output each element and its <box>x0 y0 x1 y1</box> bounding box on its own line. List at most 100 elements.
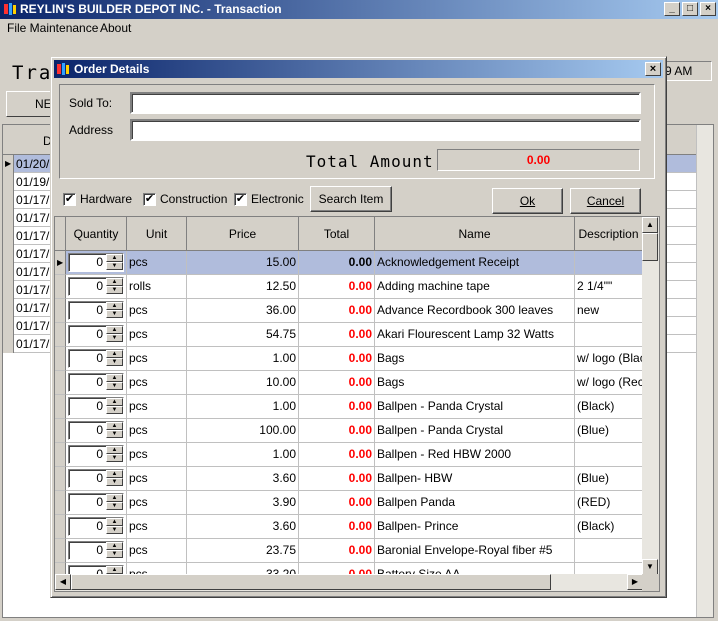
table-row[interactable]: 0 ▲ ▼ pcs 36.00 0.00 Advance Recordbook 300 le… <box>55 299 643 323</box>
decrement-icon[interactable]: ▼ <box>106 310 123 318</box>
table-row[interactable]: ▶ 0 ▲ ▼ pcs 15.00 0.00 Acknowledgement Receipt <box>55 251 643 275</box>
decrement-icon[interactable]: ▼ <box>106 550 123 558</box>
row-indicator <box>55 443 66 467</box>
quantity-stepper[interactable]: 0▲▼ <box>68 373 124 392</box>
price-cell: 100.00 <box>187 419 299 443</box>
table-row[interactable]: 0 ▲ ▼ pcs 1.00 0.00 Ballpen - Red HBW 2000 <box>55 443 643 467</box>
increment-icon[interactable]: ▲ <box>106 470 123 478</box>
increment-icon[interactable]: ▲ <box>106 566 123 574</box>
table-row[interactable]: 0 ▲ ▼ pcs 3.60 0.00 Ballpen- HBW (Blue) <box>55 467 643 491</box>
electronic-checkbox[interactable]: ✔ Electronic <box>234 192 304 206</box>
increment-icon[interactable]: ▲ <box>106 254 123 262</box>
price-cell: 12.50 <box>187 275 299 299</box>
increment-icon[interactable]: ▲ <box>106 518 123 526</box>
decrement-icon[interactable]: ▼ <box>106 334 123 342</box>
quantity-stepper[interactable]: 0▲▼ <box>68 445 124 464</box>
desc-cell: (Blue) <box>575 467 643 491</box>
scroll-down-icon[interactable]: ▼ <box>642 559 658 575</box>
decrement-icon[interactable]: ▼ <box>106 262 123 270</box>
table-row[interactable]: 0 ▲ ▼ pcs 54.75 0.00 Akari Flourescent Lamp 32… <box>55 323 643 347</box>
minimize-button[interactable]: _ <box>664 2 680 16</box>
sold-to-label: Sold To: <box>69 96 113 110</box>
decrement-icon[interactable]: ▼ <box>106 502 123 510</box>
background-date: 01/17/ <box>16 319 50 333</box>
horizontal-scroll-thumb[interactable] <box>71 574 551 590</box>
dialog-close-button[interactable]: × <box>645 62 661 76</box>
increment-icon[interactable]: ▲ <box>106 278 123 286</box>
increment-icon[interactable]: ▲ <box>106 350 123 358</box>
increment-icon[interactable]: ▲ <box>106 446 123 454</box>
background-new-button[interactable]: NE <box>6 91 56 117</box>
search-item-button[interactable]: Search Item <box>310 186 392 212</box>
table-row[interactable]: 0 ▲ ▼ rolls 12.50 0.00 Adding machine tape 2 1/… <box>55 275 643 299</box>
grid-horizontal-scrollbar[interactable]: ◀ ▶ <box>55 574 643 591</box>
unit-cell: pcs <box>127 323 187 347</box>
increment-icon[interactable]: ▲ <box>106 398 123 406</box>
table-row[interactable]: 0 ▲ ▼ pcs 10.00 0.00 Bags w/ logo (Rec <box>55 371 643 395</box>
increment-icon[interactable]: ▲ <box>106 374 123 382</box>
desc-cell: (RED) <box>575 491 643 515</box>
quantity-stepper[interactable]: 0▲▼ <box>68 301 124 320</box>
quantity-value: 0 <box>96 423 103 437</box>
scroll-right-icon[interactable]: ▶ <box>627 574 643 590</box>
table-row[interactable]: 0 ▲ ▼ pcs 3.90 0.00 Ballpen Panda (RED) <box>55 491 643 515</box>
decrement-icon[interactable]: ▼ <box>106 358 123 366</box>
scroll-up-icon[interactable]: ▲ <box>642 217 658 233</box>
ok-button[interactable]: Ok <box>492 188 563 214</box>
close-button[interactable]: × <box>700 2 716 16</box>
vertical-scroll-thumb[interactable] <box>642 233 658 261</box>
decrement-icon[interactable]: ▼ <box>106 430 123 438</box>
dialog-titlebar: Order Details × <box>54 60 663 78</box>
quantity-value: 0 <box>96 303 103 317</box>
column-name[interactable]: Name <box>375 217 575 251</box>
increment-icon[interactable]: ▲ <box>106 326 123 334</box>
increment-icon[interactable]: ▲ <box>106 422 123 430</box>
decrement-icon[interactable]: ▼ <box>106 478 123 486</box>
quantity-stepper[interactable]: 0▲▼ <box>68 541 124 560</box>
stepper-arrows: ▲▼ <box>106 422 123 439</box>
grid-vertical-scrollbar[interactable]: ▲ ▼ <box>642 217 659 575</box>
row-indicator <box>3 263 14 281</box>
total-cell: 0.00 <box>299 515 375 539</box>
quantity-stepper[interactable]: 0▲▼ <box>68 325 124 344</box>
background-scrollbar[interactable] <box>696 125 713 617</box>
table-row[interactable]: 0 ▲ ▼ pcs 1.00 0.00 Bags w/ logo (Blac <box>55 347 643 371</box>
increment-icon[interactable]: ▲ <box>106 542 123 550</box>
table-row[interactable]: 0 ▲ ▼ pcs 23.75 0.00 Baronial Envelope-Royal f… <box>55 539 643 563</box>
menu-about[interactable]: About <box>100 21 131 35</box>
column-description[interactable]: Description <box>575 217 643 251</box>
decrement-icon[interactable]: ▼ <box>106 406 123 414</box>
table-row[interactable]: 0 ▲ ▼ pcs 100.00 0.00 Ballpen - Panda Crystal(… <box>55 419 643 443</box>
decrement-icon[interactable]: ▼ <box>106 286 123 294</box>
maximize-button[interactable]: □ <box>682 2 698 16</box>
table-row[interactable]: 0 ▲ ▼ pcs 1.00 0.00 Ballpen - Panda Crystal (Bl… <box>55 395 643 419</box>
column-unit[interactable]: Unit <box>127 217 187 251</box>
scroll-left-icon[interactable]: ◀ <box>55 574 71 590</box>
price-cell: 10.00 <box>187 371 299 395</box>
sold-to-input[interactable] <box>130 92 641 114</box>
address-input[interactable] <box>130 119 641 141</box>
name-cell: Bags <box>375 371 575 395</box>
construction-checkbox[interactable]: ✔ Construction <box>143 192 227 206</box>
table-row[interactable]: 0 ▲ ▼ pcs 3.60 0.00 Ballpen- Prince (Black) <box>55 515 643 539</box>
increment-icon[interactable]: ▲ <box>106 494 123 502</box>
hardware-checkbox[interactable]: ✔ Hardware <box>63 192 132 206</box>
quantity-stepper[interactable]: 0▲▼ <box>68 253 124 272</box>
column-total[interactable]: Total <box>299 217 375 251</box>
decrement-icon[interactable]: ▼ <box>106 526 123 534</box>
quantity-stepper[interactable]: 0▲▼ <box>68 397 124 416</box>
column-price[interactable]: Price <box>187 217 299 251</box>
decrement-icon[interactable]: ▼ <box>106 454 123 462</box>
quantity-stepper[interactable]: 0▲▼ <box>68 277 124 296</box>
quantity-stepper[interactable]: 0▲▼ <box>68 421 124 440</box>
quantity-stepper[interactable]: 0▲▼ <box>68 469 124 488</box>
quantity-stepper[interactable]: 0▲▼ <box>68 349 124 368</box>
cancel-button[interactable]: Cancel <box>570 188 641 214</box>
stepper-arrows: ▲▼ <box>106 254 123 271</box>
increment-icon[interactable]: ▲ <box>106 302 123 310</box>
quantity-stepper[interactable]: 0▲▼ <box>68 493 124 512</box>
column-quantity[interactable]: Quantity <box>66 217 127 251</box>
quantity-stepper[interactable]: 0▲▼ <box>68 517 124 536</box>
decrement-icon[interactable]: ▼ <box>106 382 123 390</box>
menu-file-maintenance[interactable]: File Maintenance <box>7 21 98 35</box>
